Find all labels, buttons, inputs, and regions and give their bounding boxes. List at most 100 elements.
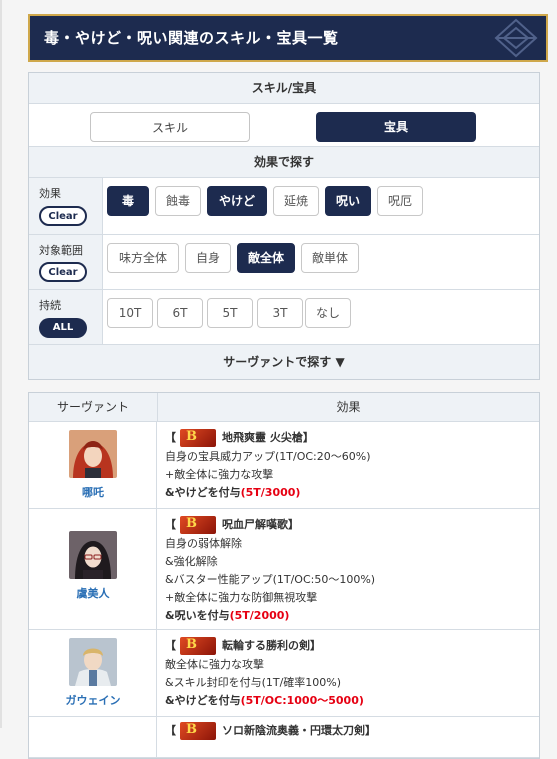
target-clear-button[interactable]: Clear xyxy=(39,262,87,282)
buster-card-icon xyxy=(180,636,216,655)
np-name: 地飛爽靈 火尖槍 xyxy=(222,431,303,444)
effect-column-header: 効果 xyxy=(336,400,361,414)
target-filter-label-cell: 対象範囲 Clear xyxy=(29,235,103,289)
servant-name-link[interactable]: 哪吒 xyxy=(29,484,157,500)
buster-card-icon xyxy=(180,515,216,534)
bracket-open: 【 xyxy=(165,724,176,737)
effect-text: &呪いを付与 xyxy=(165,609,230,622)
buster-card-icon xyxy=(180,428,216,447)
effect-option-curse[interactable]: 呪い xyxy=(325,186,371,216)
effect-option-corrosion[interactable]: 蝕毒 xyxy=(155,186,201,216)
duration-option-10t[interactable]: 10T xyxy=(107,298,153,328)
np-name: 呪血尸解嘆歌 xyxy=(222,518,288,531)
np-name: ソロ新陰流奥義・円環太刀剣 xyxy=(222,724,365,737)
effect-line: 敵全体に強力な攻撃 xyxy=(165,658,264,671)
effect-option-spread-burn[interactable]: 延焼 xyxy=(273,186,319,216)
type-section-header: スキル/宝具 xyxy=(29,73,539,104)
effect-value-highlight: (5T/OC:1000〜5000) xyxy=(240,694,364,707)
effect-filter-label-cell: 効果 Clear xyxy=(29,178,103,234)
duration-filter-row: 持続 ALL 10T 6T 5T 3T なし xyxy=(29,290,539,345)
effect-line: &強化解除 xyxy=(165,555,218,568)
effect-cell: 【 ソロ新陰流奥義・円環太刀剣 】 xyxy=(157,717,539,757)
bracket-close: 】 xyxy=(365,724,376,737)
effect-line: &やけどを付与(5T/OC:1000〜5000) xyxy=(165,692,539,710)
effect-filter-row: 効果 Clear 毒 蝕毒 やけど 延焼 呪い 呪厄 xyxy=(29,178,539,235)
skill-tab-button[interactable]: スキル xyxy=(90,112,250,142)
banner-emblem-icon xyxy=(494,18,538,58)
table-row: ガウェイン 【 転輪する勝利の剣 】 敵全体に強力な攻撃 &スキル封印を付与(1… xyxy=(29,630,539,717)
target-filter-row: 対象範囲 Clear 味方全体 自身 敵全体 敵単体 xyxy=(29,235,539,290)
type-toggle-row: スキル 宝具 xyxy=(29,104,539,147)
duration-filter-options: 10T 6T 5T 3T なし xyxy=(103,290,539,344)
np-title: 【 ソロ新陰流奥義・円環太刀剣 】 xyxy=(165,721,539,741)
duration-all-button[interactable]: ALL xyxy=(39,318,87,338)
target-filter-options: 味方全体 自身 敵全体 敵単体 xyxy=(103,235,539,289)
results-table: サーヴァント 効果 哪吒 【 地飛爽靈 火尖槍 】 xyxy=(28,392,540,759)
effect-line: +敵全体に強力な攻撃 xyxy=(165,468,274,481)
bracket-close: 】 xyxy=(310,639,321,652)
effect-cell: 【 地飛爽靈 火尖槍 】 自身の宝具威力アップ(1T/OC:20〜60%) +敵… xyxy=(157,422,539,508)
duration-filter-label: 持続 xyxy=(39,299,61,312)
effect-search-header: 効果で探す xyxy=(29,147,539,178)
duration-filter-label-cell: 持続 ALL xyxy=(29,290,103,344)
servant-cell: ガウェイン xyxy=(29,630,157,716)
target-filter-label: 対象範囲 xyxy=(39,244,83,257)
effect-option-poison[interactable]: 毒 xyxy=(107,186,149,216)
effect-line: &呪いを付与(5T/2000) xyxy=(165,607,539,625)
servant-column-header: サーヴァント xyxy=(29,393,158,421)
servant-cell xyxy=(29,717,157,757)
effect-clear-button[interactable]: Clear xyxy=(39,206,87,226)
duration-option-5t[interactable]: 5T xyxy=(207,298,253,328)
page-title: 毒・やけど・呪い関連のスキル・宝具一覧 xyxy=(28,14,548,62)
table-row: 虞美人 【 呪血尸解嘆歌 】 自身の弱体解除 &強化解除 &バスター性能アップ(… xyxy=(29,509,539,630)
duration-option-6t[interactable]: 6T xyxy=(157,298,203,328)
bracket-close: 】 xyxy=(302,431,314,444)
effect-text: &やけどを付与 xyxy=(165,694,241,707)
effect-line: +敵全体に強力な防御無視攻撃 xyxy=(165,591,318,604)
servant-cell: 虞美人 xyxy=(29,509,157,629)
effect-text: &やけどを付与 xyxy=(165,486,241,499)
np-title: 【 地飛爽靈 火尖槍 】 xyxy=(165,428,539,448)
np-title: 【 呪血尸解嘆歌 】 xyxy=(165,515,539,535)
target-option-all-allies[interactable]: 味方全体 xyxy=(107,243,179,273)
effect-value-highlight: (5T/3000) xyxy=(240,486,301,499)
effect-line: &バスター性能アップ(1T/OC:50〜100%) xyxy=(165,573,376,586)
np-name: 転輪する勝利の剣 xyxy=(222,639,310,652)
np-tab-button[interactable]: 宝具 xyxy=(316,112,476,142)
page-title-text: 毒・やけど・呪い関連のスキル・宝具一覧 xyxy=(44,29,339,47)
effect-value-highlight: (5T/2000) xyxy=(229,609,290,622)
effect-line: &やけどを付与(5T/3000) xyxy=(165,484,539,502)
buster-card-icon xyxy=(180,721,216,740)
duration-option-3t[interactable]: 3T xyxy=(257,298,303,328)
bracket-open: 【 xyxy=(165,518,176,531)
effect-option-curse-disaster[interactable]: 呪厄 xyxy=(377,186,423,216)
table-row: 【 ソロ新陰流奥義・円環太刀剣 】 xyxy=(29,717,539,758)
servant-avatar[interactable] xyxy=(69,638,117,686)
servant-avatar[interactable] xyxy=(69,430,117,478)
effect-line: 自身の宝具威力アップ(1T/OC:20〜60%) xyxy=(165,450,371,463)
servant-name-link[interactable]: 虞美人 xyxy=(29,585,157,601)
filter-panel: スキル/宝具 スキル 宝具 効果で探す 効果 Clear 毒 蝕毒 やけど 延焼… xyxy=(28,72,540,380)
target-option-single-enemy[interactable]: 敵単体 xyxy=(301,243,359,273)
target-option-all-enemies[interactable]: 敵全体 xyxy=(237,243,295,273)
target-option-self[interactable]: 自身 xyxy=(185,243,231,273)
servant-search-toggle[interactable]: サーヴァントで探す ▼ xyxy=(29,345,539,379)
effect-filter-label: 効果 xyxy=(39,187,61,200)
effect-filter-options: 毒 蝕毒 やけど 延焼 呪い 呪厄 xyxy=(103,178,539,234)
effect-line: &スキル封印を付与(1T/確率100%) xyxy=(165,676,342,689)
servant-name-link[interactable]: ガウェイン xyxy=(29,692,157,708)
np-title: 【 転輪する勝利の剣 】 xyxy=(165,636,539,656)
page-edge xyxy=(0,0,2,728)
bracket-open: 【 xyxy=(165,431,176,444)
bracket-close: 】 xyxy=(288,518,299,531)
table-header: サーヴァント 効果 xyxy=(29,393,539,422)
table-row: 哪吒 【 地飛爽靈 火尖槍 】 自身の宝具威力アップ(1T/OC:20〜60%)… xyxy=(29,422,539,509)
servant-avatar[interactable] xyxy=(69,531,117,579)
duration-option-none[interactable]: なし xyxy=(305,298,351,328)
effect-cell: 【 呪血尸解嘆歌 】 自身の弱体解除 &強化解除 &バスター性能アップ(1T/O… xyxy=(157,509,539,629)
effect-cell: 【 転輪する勝利の剣 】 敵全体に強力な攻撃 &スキル封印を付与(1T/確率10… xyxy=(157,630,539,716)
effect-option-burn[interactable]: やけど xyxy=(207,186,267,216)
bracket-open: 【 xyxy=(165,639,176,652)
servant-cell: 哪吒 xyxy=(29,422,157,508)
effect-line: 自身の弱体解除 xyxy=(165,537,242,550)
